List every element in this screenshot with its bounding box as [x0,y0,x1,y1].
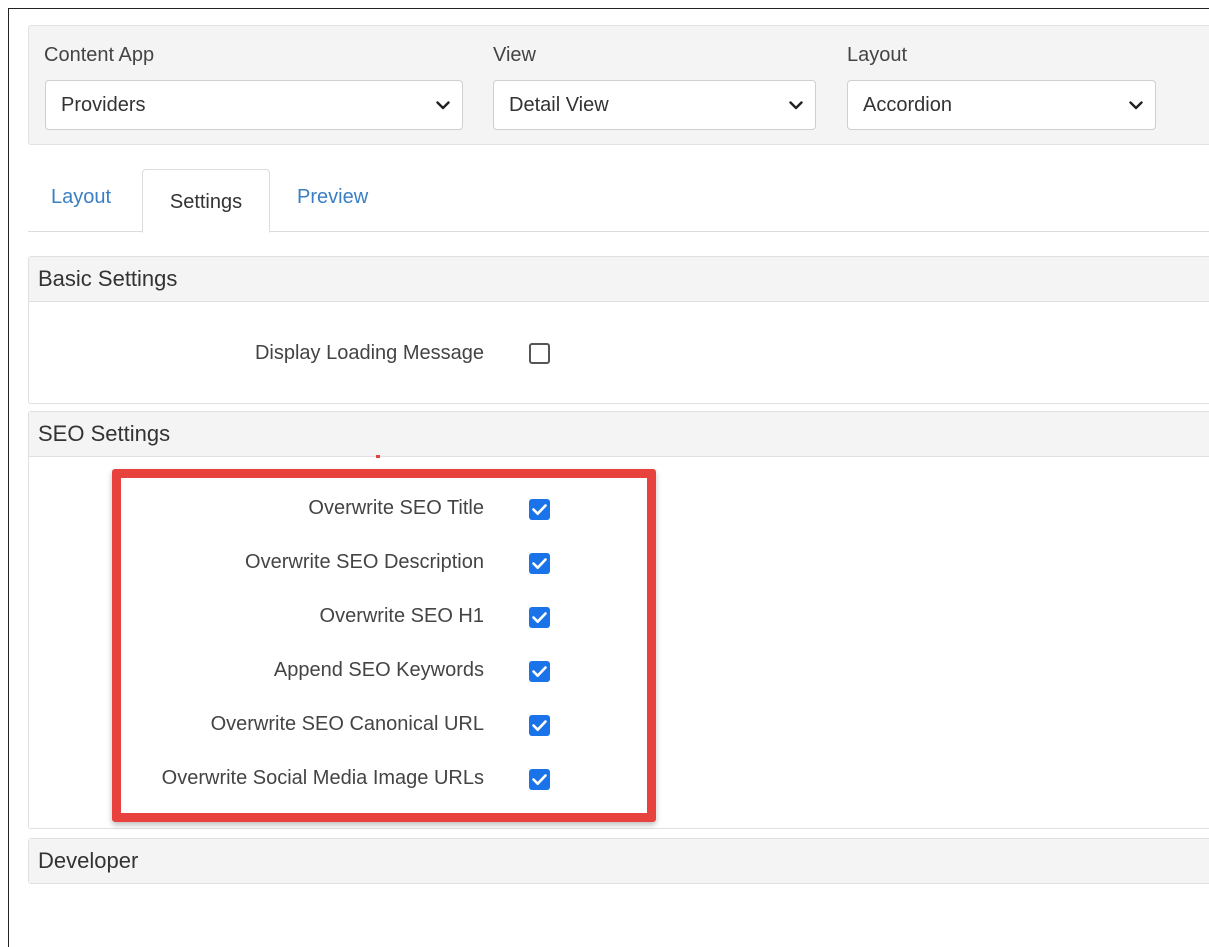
basic-settings-header[interactable]: Basic Settings [29,257,1209,302]
content-app-select[interactable]: Providers [45,80,463,130]
chevron-down-icon [434,81,452,129]
layout-label: Layout [847,44,908,66]
module-selector-panel: Content App Providers View Detail View L… [28,25,1209,145]
view-select[interactable]: Detail View [493,80,816,130]
chevron-down-icon [787,81,805,129]
display-loading-message-checkbox[interactable] [529,343,550,364]
window-border-left [8,8,9,947]
display-loading-message-label: Display Loading Message [254,342,484,364]
basic-settings-panel: Basic Settings Display Loading Message [28,256,1209,404]
chevron-down-icon [1127,81,1145,129]
developer-header[interactable]: Developer [29,839,1209,883]
view-value: Detail View [509,94,609,116]
layout-select[interactable]: Accordion [847,80,1156,130]
content-app-value: Providers [61,94,146,116]
seo-settings-header[interactable]: SEO Settings [29,412,1209,457]
highlight-box [112,469,656,822]
tab-settings[interactable]: Settings [142,169,270,233]
tab-preview[interactable]: Preview [297,186,368,209]
annotation-mark [376,455,380,458]
developer-panel: Developer [28,838,1209,884]
content-app-label: Content App [44,44,155,66]
layout-value: Accordion [863,94,952,116]
tab-layout[interactable]: Layout [51,186,111,209]
window-border-top [8,8,1209,9]
view-label: View [493,44,536,66]
